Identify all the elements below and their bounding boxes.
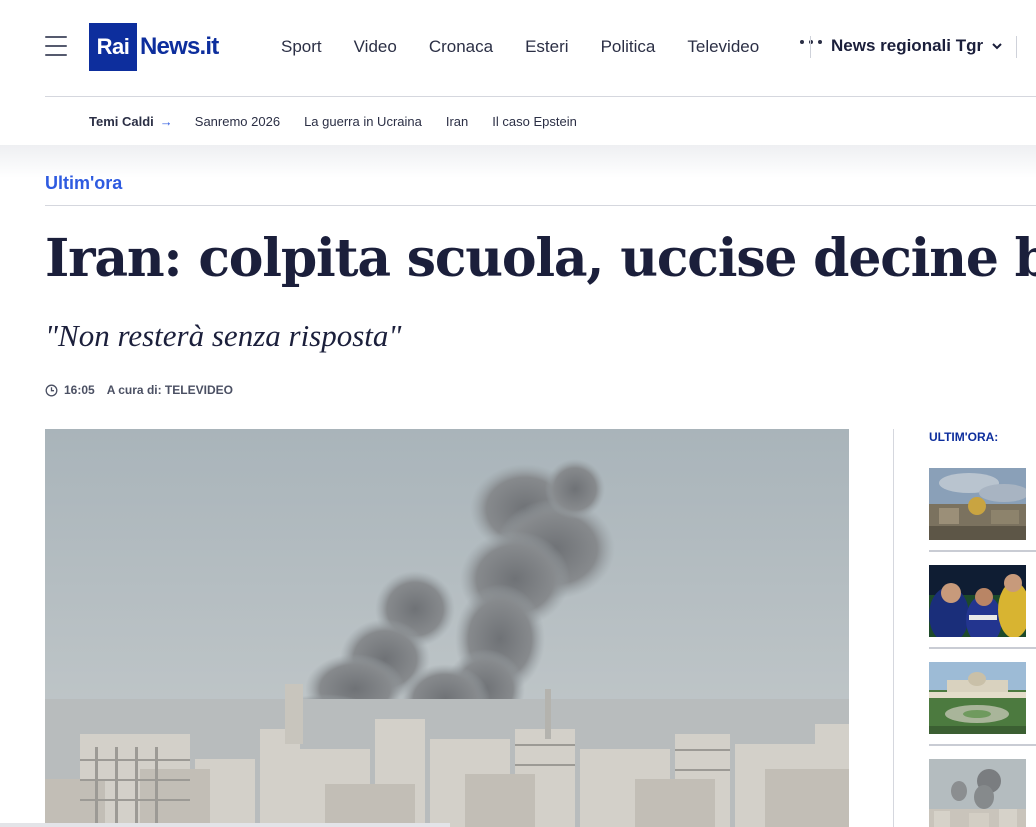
regional-news-label: News regionali Tgr xyxy=(831,36,984,55)
nav-item-televideo[interactable]: Televideo xyxy=(687,37,759,57)
topic-link-iran[interactable]: Iran xyxy=(446,114,468,129)
topic-link-sanremo[interactable]: Sanremo 2026 xyxy=(195,114,280,129)
menu-icon[interactable] xyxy=(45,36,67,56)
section-label[interactable]: Ultim'ora xyxy=(45,173,122,194)
article-time: 16:05 xyxy=(64,383,95,397)
section-rule xyxy=(45,205,1036,206)
thumb-photo-smoke xyxy=(929,759,1026,827)
hero-photo-smoke-city xyxy=(45,429,849,827)
chevron-down-icon xyxy=(992,43,1002,50)
more-dots-icon[interactable] xyxy=(800,40,822,44)
section-band xyxy=(0,145,1036,205)
nav-item-video[interactable]: Video xyxy=(354,37,397,57)
site-header: Rai News.it Sport Video Cronaca Esteri P… xyxy=(0,0,1036,97)
hot-topics-label: Temi Caldi xyxy=(89,113,154,129)
hot-topics-lead[interactable]: Temi Caldi → xyxy=(89,114,173,129)
sidebar-divider xyxy=(893,429,894,827)
page: Rai News.it Sport Video Cronaca Esteri P… xyxy=(0,0,1036,827)
clock-icon xyxy=(45,384,58,396)
article-meta: 16:05 A cura di: TELEVIDEO xyxy=(45,383,233,397)
sidebar-rule-3 xyxy=(929,744,1036,746)
header-divider xyxy=(1016,36,1017,58)
topic-link-ucraina[interactable]: La guerra in Ucraina xyxy=(304,114,422,129)
article-subtitle: "Non resterà senza risposta" xyxy=(45,318,402,353)
bottom-scroll-bar xyxy=(0,823,450,827)
thumb-photo-palace xyxy=(929,662,1026,734)
article-byline: A cura di: TELEVIDEO xyxy=(106,383,233,397)
nav-item-sport[interactable]: Sport xyxy=(281,37,322,57)
hero-image[interactable] xyxy=(45,429,849,827)
sidebar-rule-1 xyxy=(929,550,1036,552)
topic-link-epstein[interactable]: Il caso Epstein xyxy=(492,114,577,129)
article-headline: Iran: colpita scuola, uccise decine bimb… xyxy=(45,228,1036,289)
thumb-photo-city xyxy=(929,468,1026,540)
hot-topics-bar: Temi Caldi → Sanremo 2026 La guerra in U… xyxy=(0,97,1036,145)
sidebar-thumb-3[interactable] xyxy=(929,662,1026,734)
logo-news-text: News.it xyxy=(140,33,219,60)
nav-item-esteri[interactable]: Esteri xyxy=(525,37,568,57)
logo-rai-mark: Rai xyxy=(89,23,137,71)
thumb-photo-football xyxy=(929,565,1026,637)
nav-item-politica[interactable]: Politica xyxy=(601,37,656,57)
nav-divider xyxy=(810,36,811,58)
main-nav: Sport Video Cronaca Esteri Politica Tele… xyxy=(281,36,791,58)
sidebar-thumb-1[interactable] xyxy=(929,468,1026,540)
sidebar-thumb-4[interactable] xyxy=(929,759,1026,827)
sidebar-rule-2 xyxy=(929,647,1036,649)
sidebar-title: ULTIM'ORA: xyxy=(929,430,999,444)
sidebar-thumb-2[interactable] xyxy=(929,565,1026,637)
site-logo[interactable]: Rai News.it xyxy=(89,23,219,71)
arrow-right-icon: → xyxy=(159,113,173,129)
regional-news-dropdown[interactable]: News regionali Tgr xyxy=(831,36,1003,56)
nav-item-cronaca[interactable]: Cronaca xyxy=(429,37,493,57)
